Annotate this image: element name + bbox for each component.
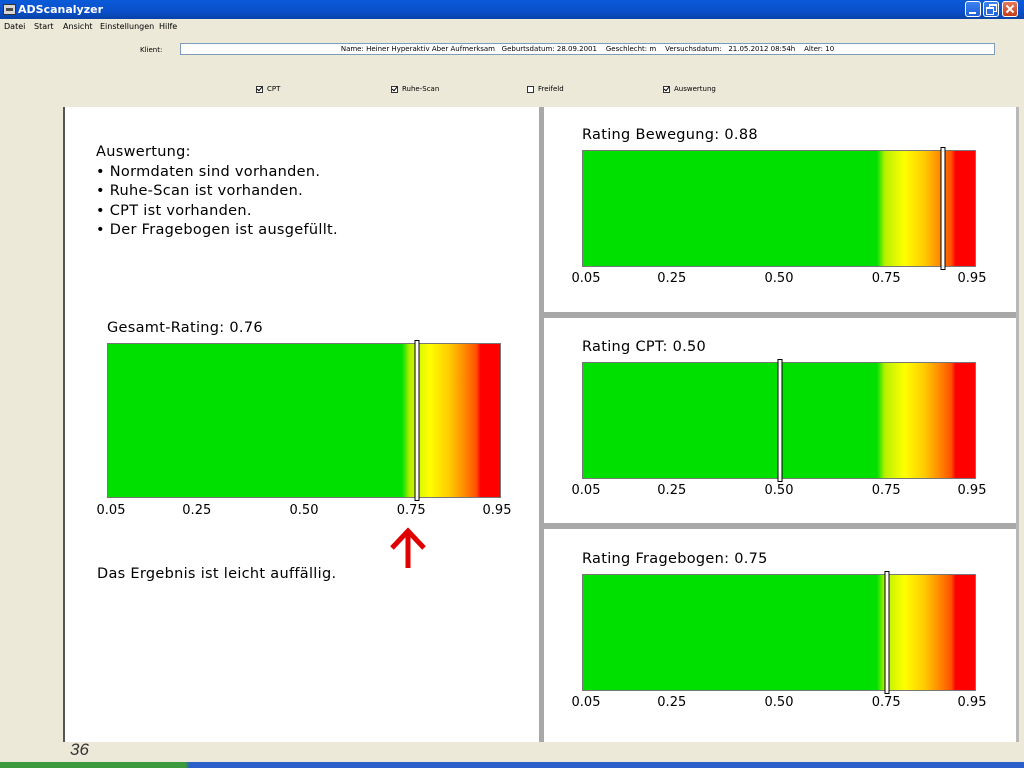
checkbox-box[interactable] <box>391 85 398 93</box>
checkbox-box[interactable] <box>527 85 534 93</box>
scale-tick-label: 0.50 <box>764 483 794 498</box>
checkbox-label: Auswertung <box>674 85 716 93</box>
scale-tick-label: 0.95 <box>957 271 987 286</box>
scale-tick-label: 0.05 <box>96 503 126 518</box>
scale-tick-label: 0.75 <box>871 695 901 710</box>
close-button[interactable] <box>1002 1 1018 17</box>
rating-title: Gesamt-Rating: 0.76 <box>107 320 263 336</box>
auswertung-item: • CPT ist vorhanden. <box>96 202 252 219</box>
right-edge <box>1016 107 1024 742</box>
taskbar <box>0 762 1024 768</box>
rating-title: Rating CPT: 0.50 <box>582 339 707 355</box>
auswertung-item: • Der Fragebogen ist ausgefüllt. <box>96 222 338 238</box>
gesamt-rating: Gesamt-Rating: 0.76 0.05 0.25 0.50 0.75 0.95 <box>97 320 512 525</box>
scale-tick-label: 0.25 <box>182 503 212 518</box>
rating-marker <box>777 359 783 482</box>
scale-tick-label: 0.50 <box>289 503 319 518</box>
scale-tick-label: 0.50 <box>764 695 794 710</box>
menu-start[interactable]: Start <box>34 22 54 31</box>
scale-tick-label: 0.05 <box>571 695 601 710</box>
scale-tick-label: 0.25 <box>657 483 687 498</box>
scale-tick-label: 0.75 <box>396 503 426 518</box>
window-title: ADScanalyzer <box>18 3 103 16</box>
result-text: Das Ergebnis ist leicht auffällig. <box>97 566 337 582</box>
checkbox-box[interactable] <box>256 85 263 93</box>
rating-marker <box>884 571 890 694</box>
klient-label: Klient: <box>140 46 163 54</box>
rating-bar <box>582 571 976 694</box>
auswertung-summary: Auswertung: • Normdaten sind vorhanden. … <box>96 143 338 241</box>
scale-tick-label: 0.95 <box>957 483 987 498</box>
checkbox-label: CPT <box>267 85 281 93</box>
rating-bar <box>582 359 976 482</box>
menu-einstellungen[interactable]: Einstellungen <box>100 22 154 31</box>
cpt-rating: Rating CPT: 0.50 0.05 0.25 0.50 0.75 0.95 <box>572 339 987 504</box>
checkbox-box[interactable] <box>663 85 670 93</box>
scale-tick-label: 0.25 <box>657 695 687 710</box>
rating-bar <box>107 340 501 501</box>
scale-tick-label: 0.05 <box>571 483 601 498</box>
menu-hilfe[interactable]: Hilfe <box>159 22 177 31</box>
scale-tick-label: 0.75 <box>871 483 901 498</box>
scale-tick-label: 0.95 <box>482 503 512 518</box>
menu-bar: Datei Start Ansicht Einstellungen Hilfe <box>0 19 1024 35</box>
bewegung-rating: Rating Bewegung: 0.88 0.05 0.25 0.50 0.75 0.… <box>572 127 987 292</box>
scale-tick-label: 0.50 <box>764 271 794 286</box>
checkbox-ruhe-scan[interactable]: Ruhe-Scan <box>391 85 439 93</box>
checkbox-freifeld[interactable]: Freifeld <box>527 85 564 93</box>
scale-tick-label: 0.05 <box>571 271 601 286</box>
rating-marker <box>940 147 946 270</box>
rating-marker <box>414 340 419 501</box>
auswertung-heading: Auswertung: <box>96 144 191 160</box>
menu-datei[interactable]: Datei <box>4 22 25 31</box>
klient-field[interactable]: Name: Heiner Hyperaktiv Aber Aufmerksam … <box>180 43 995 55</box>
rating-title: Rating Fragebogen: 0.75 <box>582 551 768 567</box>
scale-tick-label: 0.75 <box>871 271 901 286</box>
menu-ansicht[interactable]: Ansicht <box>63 22 93 31</box>
rating-title: Rating Bewegung: 0.88 <box>582 127 758 143</box>
scale-tick-label: 0.25 <box>657 271 687 286</box>
checkbox-auswertung[interactable]: Auswertung <box>663 85 716 93</box>
checkbox-cpt[interactable]: CPT <box>256 85 280 93</box>
scale-tick-label: 0.95 <box>957 695 987 710</box>
checkbox-label: Ruhe-Scan <box>402 85 440 93</box>
auswertung-item: • Ruhe-Scan ist vorhanden. <box>96 183 304 199</box>
restore-button[interactable] <box>983 1 999 17</box>
arrow-up-icon <box>390 527 426 568</box>
minimize-button[interactable] <box>965 1 981 17</box>
app-icon <box>3 4 16 15</box>
fragebogen-rating: Rating Fragebogen: 0.75 0.05 0.25 0.50 0.75… <box>572 551 987 716</box>
slide-number: 36 <box>70 740 89 759</box>
title-bar: ADScanalyzer <box>0 0 1024 19</box>
auswertung-item: • Normdaten sind vorhanden. <box>96 163 321 180</box>
checkbox-label: Freifeld <box>538 85 564 93</box>
rating-bar <box>582 147 976 270</box>
